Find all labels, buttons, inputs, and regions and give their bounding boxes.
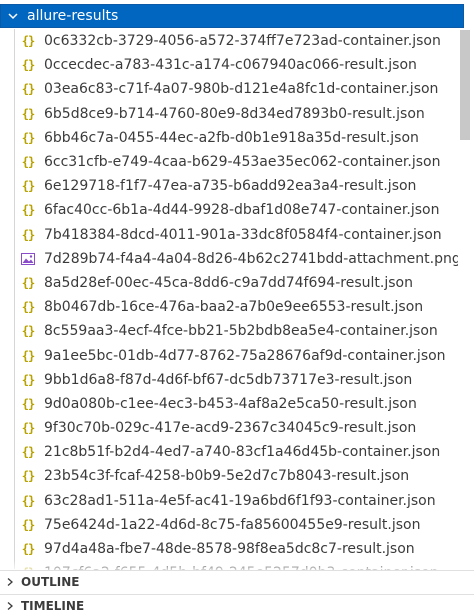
json-icon: {}: [21, 469, 35, 484]
json-icon: {}: [21, 348, 35, 363]
file-item[interactable]: {} 97d4a48a-fbe7-48de-8578-98f8ea5dc8c7-r…: [0, 537, 458, 561]
file-name: 7b418384-8dcd-4011-901a-33dc8f0584f4-con…: [44, 226, 442, 243]
json-icon: {}: [21, 82, 35, 97]
file-name: 6bb46c7a-0455-44ec-a2fb-d0b1e918a35d-res…: [44, 129, 419, 146]
explorer-panel: allure-results {} 0c6332cb-3729-4056-a572…: [0, 0, 474, 613]
json-icon: {}: [21, 227, 35, 242]
file-item[interactable]: {} 9d0a080b-c1ee-4ec3-b453-4af8a2e5ca50-r…: [0, 392, 458, 416]
file-name: 0c6332cb-3729-4056-a572-374ff7e723ad-con…: [44, 33, 441, 50]
folder-allure-results[interactable]: allure-results: [0, 4, 464, 28]
file-name: 97d4a48a-fbe7-48de-8578-98f8ea5dc8c7-res…: [44, 541, 415, 558]
chevron-right-icon: [7, 601, 13, 610]
file-item[interactable]: {} 63c28ad1-511a-4e5f-ac41-19a6bd6f1f93-c…: [0, 489, 458, 513]
json-icon: {}: [21, 445, 35, 460]
file-item[interactable]: {} 9f30c70b-029c-417e-acd9-2367c34045c9-r…: [0, 416, 458, 440]
chevron-right-icon: [7, 577, 13, 586]
file-item[interactable]: {} 6bb46c7a-0455-44ec-a2fb-d0b1e918a35d-r…: [0, 126, 458, 150]
file-name: 03ea6c83-c71f-4a07-980b-d121e4a8fc1d-con…: [44, 81, 439, 98]
file-name: 9f30c70b-029c-417e-acd9-2367c34045c9-res…: [44, 420, 417, 437]
file-item[interactable]: {} 6cc31cfb-e749-4caa-b629-453ae35ec062-c…: [0, 150, 458, 174]
json-icon: {}: [21, 421, 35, 436]
file-item[interactable]: {} 0ccecdec-a783-431c-a174-c067940ac066-r…: [0, 53, 458, 77]
json-icon: {}: [21, 493, 35, 508]
file-item[interactable]: {} 6fac40cc-6b1a-4d44-9928-dbaf1d08e747-c…: [0, 198, 458, 222]
file-name: 63c28ad1-511a-4e5f-ac41-19a6bd6f1f93-con…: [44, 492, 436, 509]
file-name: 6cc31cfb-e749-4caa-b629-453ae35ec062-con…: [44, 154, 441, 171]
json-icon: {}: [21, 106, 35, 121]
timeline-label: TIMELINE: [21, 598, 85, 613]
file-item[interactable]: {} 21c8b51f-b2d4-4ed7-a740-83cf1a46d45b-c…: [0, 440, 458, 464]
outline-label: OUTLINE: [21, 574, 80, 589]
json-icon: {}: [21, 130, 35, 145]
file-name: 6e129718-f1f7-47ea-a735-b6add92ea3a4-res…: [44, 178, 417, 195]
timeline-section-header[interactable]: TIMELINE: [0, 594, 474, 613]
file-name: 6b5d8ce9-b714-4760-80e9-8d34ed7893b0-res…: [44, 105, 425, 122]
json-icon: {}: [21, 155, 35, 170]
json-icon: {}: [21, 203, 35, 218]
file-name: 8c559aa3-4ecf-4fce-bb21-5b2bdb8ea5e4-con…: [44, 323, 438, 340]
file-name: 9d0a080b-c1ee-4ec3-b453-4af8a2e5ca50-res…: [44, 395, 417, 412]
file-item[interactable]: {} 6b5d8ce9-b714-4760-80e9-8d34ed7893b0-r…: [0, 102, 458, 126]
json-icon: {}: [21, 300, 35, 315]
image-icon: [20, 252, 36, 265]
json-icon: {}: [21, 34, 35, 49]
file-item[interactable]: {} 8c559aa3-4ecf-4fce-bb21-5b2bdb8ea5e4-c…: [0, 319, 458, 343]
file-name: 7d289b74-f4a4-4a04-8d26-4b62c2741bdd-att…: [44, 250, 458, 267]
file-name: 21c8b51f-b2d4-4ed7-a740-83cf1a46d45b-con…: [44, 444, 441, 461]
file-item[interactable]: {} 9a1ee5bc-01db-4d77-8762-75a28676af9d-c…: [0, 343, 458, 367]
file-item[interactable]: {} 7b418384-8dcd-4011-901a-33dc8f0584f4-c…: [0, 223, 458, 247]
chevron-down-icon: [8, 13, 18, 20]
file-name: 0ccecdec-a783-431c-a174-c067940ac066-res…: [44, 57, 417, 74]
file-item[interactable]: 7d289b74-f4a4-4a04-8d26-4b62c2741bdd-att…: [0, 247, 458, 271]
folder-name: allure-results: [27, 8, 119, 24]
file-list: {} 0c6332cb-3729-4056-a572-374ff7e723ad-c…: [0, 29, 458, 585]
scrollbar-thumb[interactable]: [460, 30, 470, 140]
json-icon: {}: [21, 58, 35, 73]
file-item[interactable]: {} 9bb1d6a8-f87d-4d6f-bf67-dc5db73717e3-r…: [0, 368, 458, 392]
json-icon: {}: [21, 517, 35, 532]
file-item[interactable]: {} 03ea6c83-c71f-4a07-980b-d121e4a8fc1d-c…: [0, 77, 458, 101]
file-name: 9bb1d6a8-f87d-4d6f-bf67-dc5db73717e3-res…: [44, 371, 413, 388]
file-item[interactable]: {} 0c6332cb-3729-4056-a572-374ff7e723ad-c…: [0, 29, 458, 53]
json-icon: {}: [21, 372, 35, 387]
file-name: 6fac40cc-6b1a-4d44-9928-dbaf1d08e747-con…: [44, 202, 440, 219]
file-name: 8b0467db-16ce-476a-baa2-a7b0e9ee6553-res…: [44, 299, 424, 316]
json-icon: {}: [21, 275, 35, 290]
file-item[interactable]: {} 23b54c3f-fcaf-4258-b0b9-5e2d7c7b8043-r…: [0, 464, 458, 488]
file-name: 75e6424d-1a22-4d6d-8c75-fa85600455e9-res…: [44, 516, 421, 533]
file-item[interactable]: {} 8b0467db-16ce-476a-baa2-a7b0e9ee6553-r…: [0, 295, 458, 319]
file-item[interactable]: {} 6e129718-f1f7-47ea-a735-b6add92ea3a4-r…: [0, 174, 458, 198]
file-name: 23b54c3f-fcaf-4258-b0b9-5e2d7c7b8043-res…: [44, 468, 410, 485]
file-item[interactable]: {} 8a5d28ef-00ec-45ca-8dd6-c9a7dd74f694-r…: [0, 271, 458, 295]
file-item[interactable]: {} 75e6424d-1a22-4d6d-8c75-fa85600455e9-r…: [0, 513, 458, 537]
json-icon: {}: [21, 396, 35, 411]
json-icon: {}: [21, 324, 35, 339]
json-icon: {}: [21, 179, 35, 194]
outline-section-header[interactable]: OUTLINE: [0, 570, 474, 592]
file-name: 8a5d28ef-00ec-45ca-8dd6-c9a7dd74f694-res…: [44, 274, 413, 291]
json-icon: {}: [21, 542, 35, 557]
file-name: 9a1ee5bc-01db-4d77-8762-75a28676af9d-con…: [44, 347, 446, 364]
